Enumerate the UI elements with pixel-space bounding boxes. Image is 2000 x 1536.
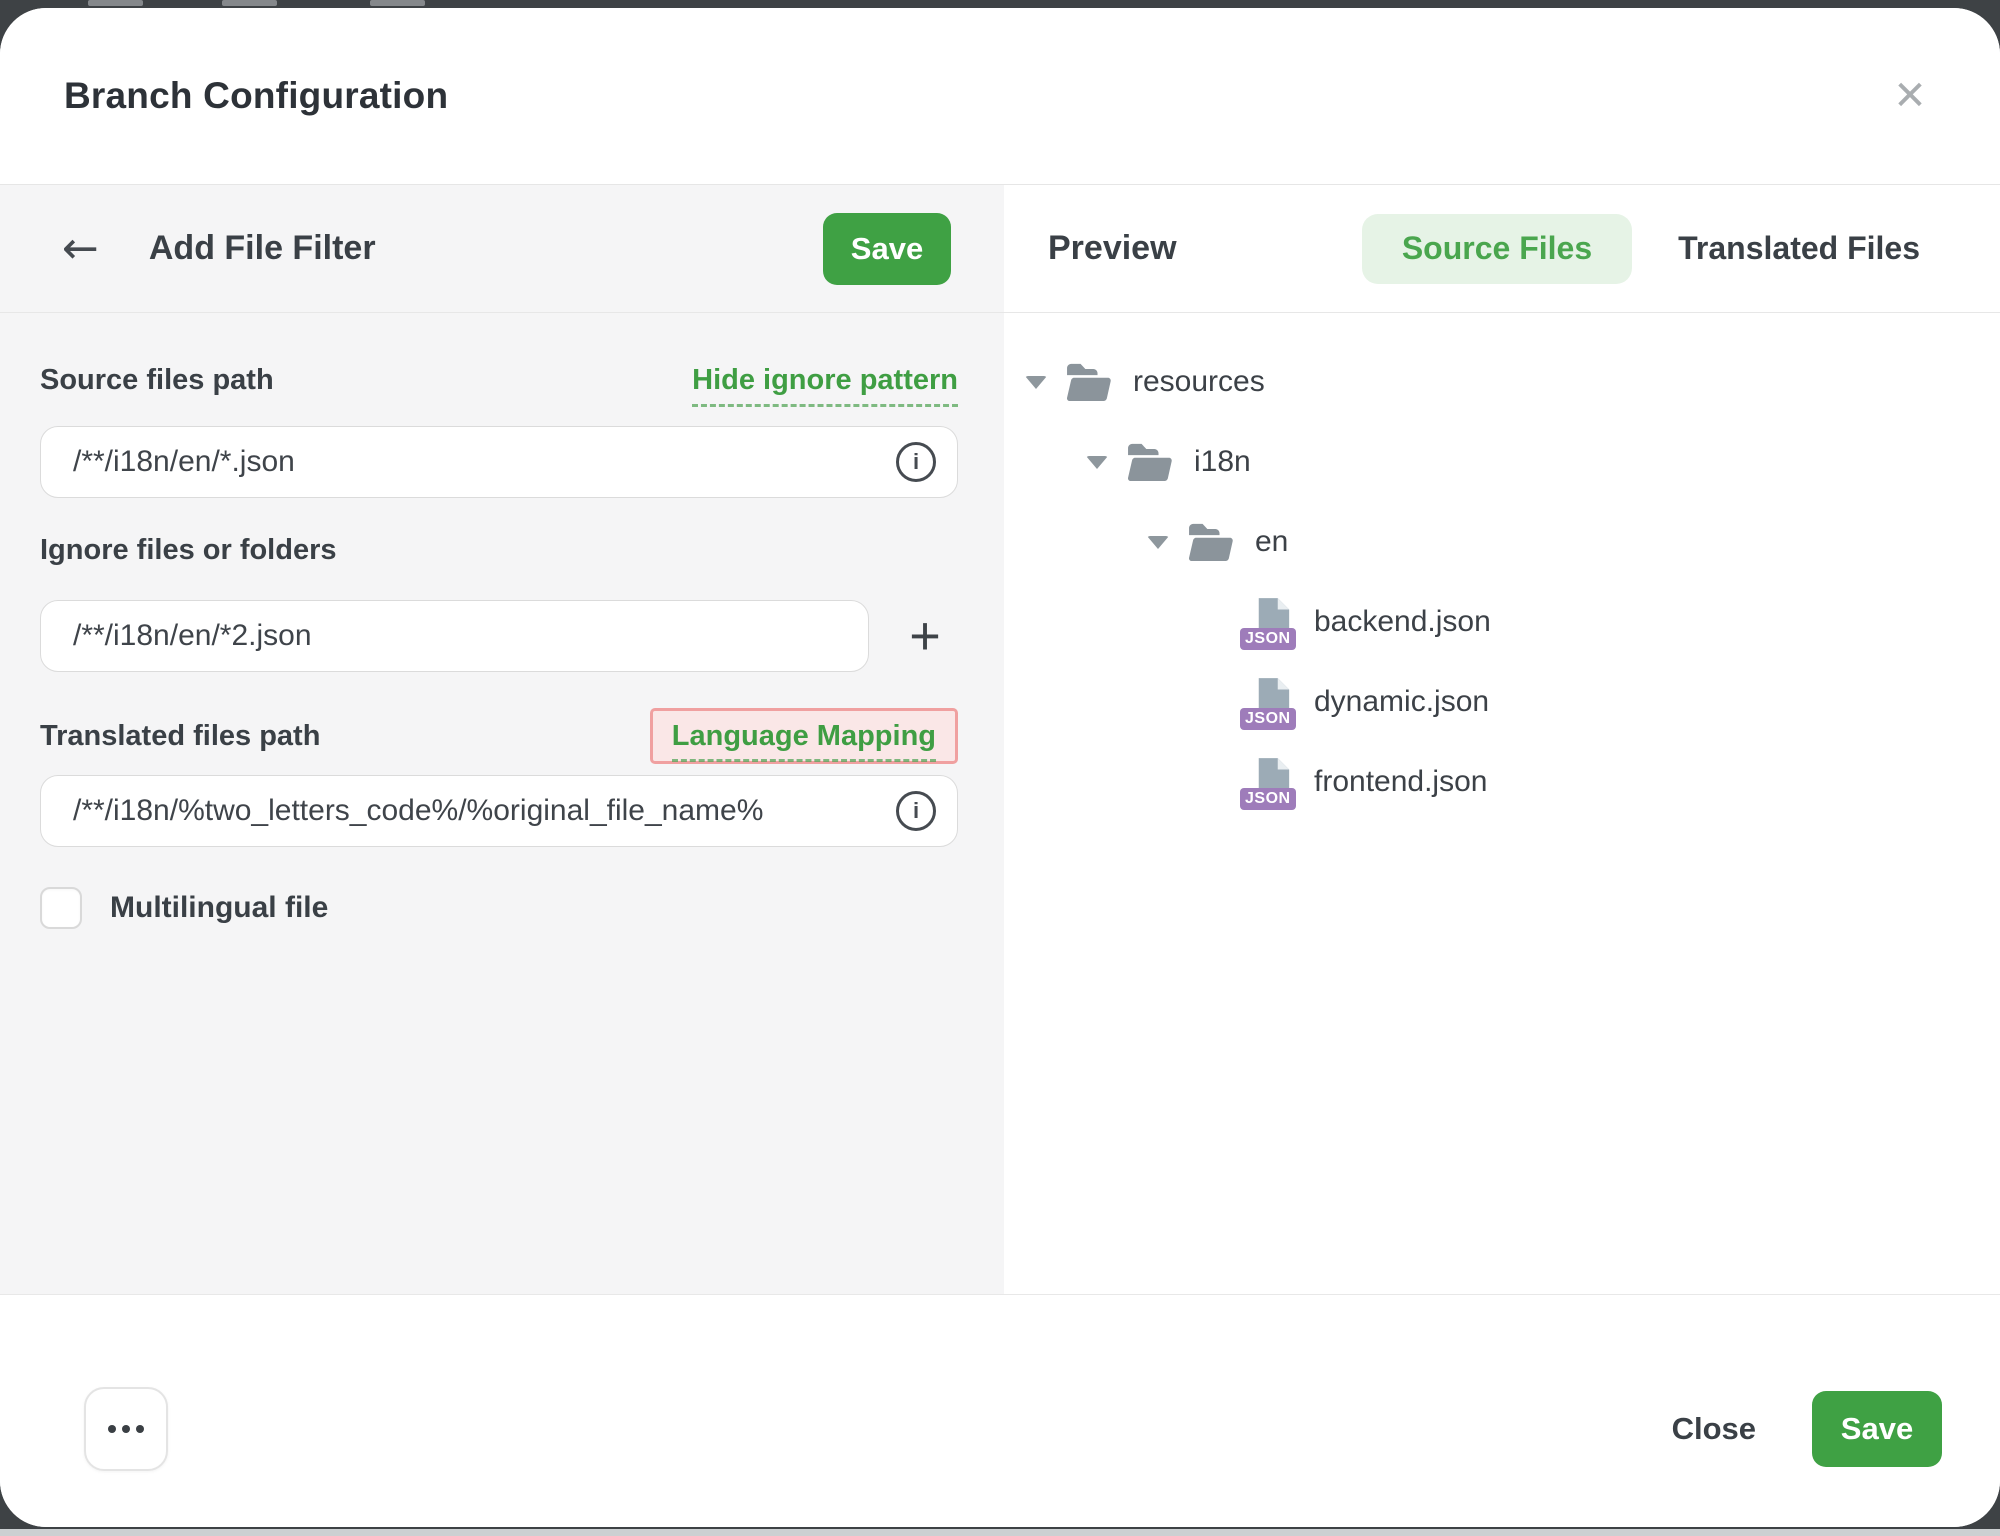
tree-node-label: en: [1255, 525, 1288, 559]
source-path-input-wrap: i: [40, 426, 958, 498]
background-window-fragment: [88, 0, 143, 6]
screen-bottom-strip: [0, 1529, 2000, 1536]
tree-folder-row[interactable]: resources: [1004, 342, 2000, 422]
tree-node-label: resources: [1133, 365, 1265, 399]
translated-path-input[interactable]: [40, 775, 958, 847]
ignore-label-row: Ignore files or folders: [40, 534, 958, 576]
back-arrow-icon[interactable]: ←: [62, 227, 99, 271]
chevron-down-icon[interactable]: [1025, 376, 1065, 389]
source-path-input[interactable]: [40, 426, 958, 498]
translated-path-input-wrap: i: [40, 775, 958, 847]
modal-header: Branch Configuration ✕: [0, 8, 2000, 185]
source-path-label-row: Source files path Hide ignore pattern: [40, 364, 958, 406]
chevron-down-icon[interactable]: [1147, 536, 1187, 549]
footer-actions: Close Save: [1672, 1391, 1942, 1467]
close-button[interactable]: Close: [1672, 1411, 1756, 1447]
save-button[interactable]: Save: [1812, 1391, 1942, 1467]
ignore-label: Ignore files or folders: [40, 534, 337, 567]
filter-sub-header: ← Add File Filter Save: [0, 185, 1004, 313]
json-badge: JSON: [1240, 788, 1296, 810]
ignore-input-row: +: [40, 600, 958, 672]
multilingual-checkbox[interactable]: [40, 887, 82, 929]
filter-form: Source files path Hide ignore pattern i …: [0, 313, 1004, 929]
ellipsis-icon: [108, 1425, 116, 1433]
more-options-button[interactable]: [84, 1387, 168, 1471]
info-icon[interactable]: i: [896, 442, 936, 482]
filter-heading: Add File Filter: [149, 229, 376, 268]
branch-configuration-modal: Branch Configuration ✕ ← Add File Filter…: [0, 8, 2000, 1527]
preview-tabs: Source Files Translated Files: [1362, 214, 1920, 284]
translated-path-label: Translated files path: [40, 720, 320, 753]
folder-icon: [1187, 522, 1233, 562]
file-filter-panel: ← Add File Filter Save Source files path…: [0, 185, 1004, 1294]
tree-node-label: i18n: [1194, 445, 1251, 479]
language-mapping-highlight: Language Mapping: [650, 708, 958, 763]
folder-icon: [1126, 442, 1172, 482]
info-icon[interactable]: i: [896, 791, 936, 831]
folder-icon: [1065, 362, 1111, 402]
tree-node-label: backend.json: [1314, 605, 1491, 639]
preview-panel: Preview Source Files Translated Files re…: [1004, 185, 2000, 1294]
json-file-icon: JSON: [1248, 756, 1292, 808]
ellipsis-icon: [136, 1425, 144, 1433]
background-window-fragment: [222, 0, 277, 6]
tree-file-row[interactable]: JSON dynamic.json: [1004, 662, 2000, 742]
file-tree: resources i18n en JSON backend.json JSON dynam…: [1004, 313, 2000, 822]
preview-sub-header: Preview Source Files Translated Files: [1004, 185, 2000, 313]
tab-source-files[interactable]: Source Files: [1362, 214, 1632, 284]
modal-title: Branch Configuration: [64, 75, 448, 117]
hide-ignore-pattern-link[interactable]: Hide ignore pattern: [692, 364, 958, 407]
ellipsis-icon: [122, 1425, 130, 1433]
translated-label-row: Translated files path Language Mapping: [40, 702, 958, 770]
json-badge: JSON: [1240, 628, 1296, 650]
tree-file-row[interactable]: JSON backend.json: [1004, 582, 2000, 662]
multilingual-label: Multilingual file: [110, 891, 328, 925]
json-file-icon: JSON: [1248, 676, 1292, 728]
modal-footer: Close Save: [0, 1294, 2000, 1527]
save-filter-button[interactable]: Save: [823, 213, 951, 285]
tab-translated-files[interactable]: Translated Files: [1678, 230, 1920, 267]
ignore-pattern-input[interactable]: [40, 600, 869, 672]
tree-folder-row[interactable]: i18n: [1004, 422, 2000, 502]
background-window-fragment: [370, 0, 425, 6]
chevron-down-icon[interactable]: [1086, 456, 1126, 469]
tree-file-row[interactable]: JSON frontend.json: [1004, 742, 2000, 822]
preview-heading: Preview: [1048, 229, 1177, 268]
json-badge: JSON: [1240, 708, 1296, 730]
multilingual-row: Multilingual file: [40, 887, 958, 929]
json-file-icon: JSON: [1248, 596, 1292, 648]
tree-node-label: dynamic.json: [1314, 685, 1489, 719]
source-path-label: Source files path: [40, 364, 274, 397]
tree-folder-row[interactable]: en: [1004, 502, 2000, 582]
close-icon[interactable]: ✕: [1884, 70, 1936, 122]
modal-body: ← Add File Filter Save Source files path…: [0, 185, 2000, 1294]
tree-node-label: frontend.json: [1314, 765, 1487, 799]
language-mapping-link[interactable]: Language Mapping: [672, 720, 936, 762]
add-pattern-icon[interactable]: +: [900, 606, 950, 666]
